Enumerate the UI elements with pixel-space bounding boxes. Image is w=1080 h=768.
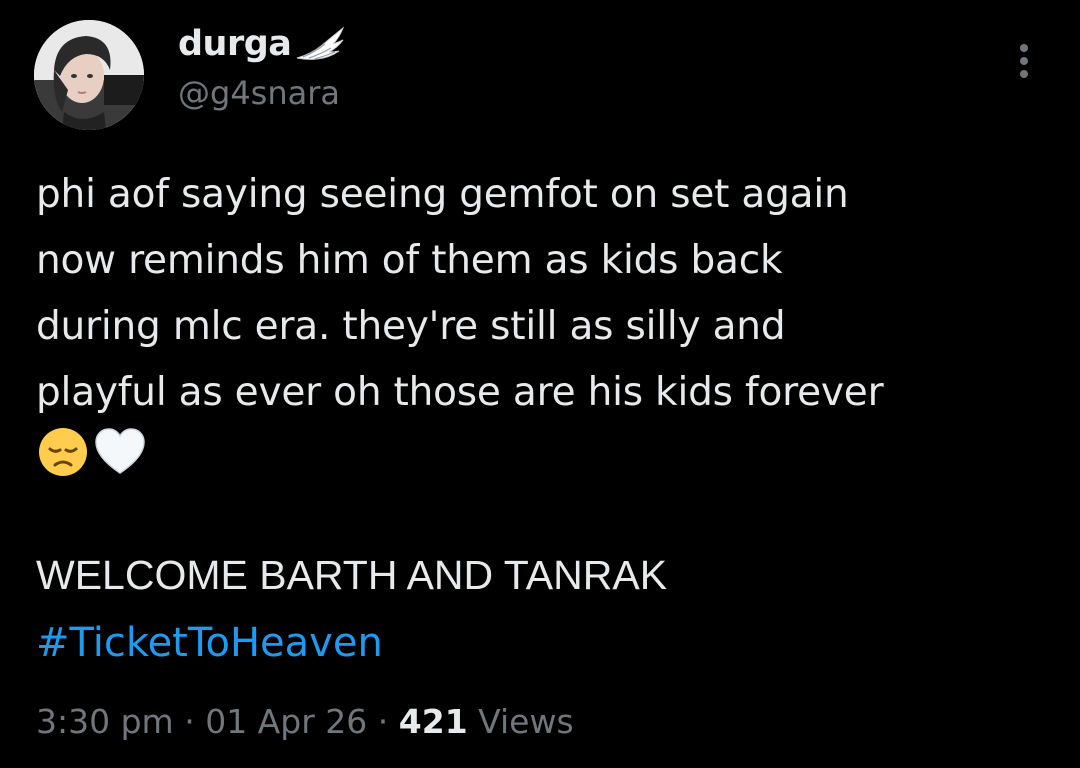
tweet-date[interactable]: 01 Apr 26 bbox=[205, 702, 367, 741]
tweet-time[interactable]: 3:30 pm bbox=[36, 702, 174, 741]
author-handle[interactable]: @g4snara bbox=[178, 74, 340, 112]
tweet-text-line: phi aof saying seeing gemfot on set agai… bbox=[36, 172, 849, 217]
more-dot bbox=[1020, 70, 1028, 78]
avatar[interactable] bbox=[34, 20, 144, 130]
views-label[interactable]: Views bbox=[478, 702, 574, 741]
tweet-card: durga @g4snara phi aof saying seeing gem… bbox=[0, 0, 1080, 768]
more-dot bbox=[1020, 44, 1028, 52]
views-count[interactable]: 421 bbox=[399, 702, 468, 741]
tweet-meta: 3:30 pm · 01 Apr 26 · 421 Views bbox=[36, 702, 574, 741]
more-dot bbox=[1020, 57, 1028, 65]
user-avatar-icon bbox=[34, 20, 144, 130]
author-display-name[interactable]: durga bbox=[178, 24, 292, 64]
more-vertical-icon[interactable] bbox=[1012, 44, 1036, 84]
disappointed-face-icon bbox=[39, 428, 87, 476]
hashtag-link[interactable]: #TicketToHeaven bbox=[36, 620, 383, 666]
tweet-text-line: during mlc era. they're still as silly a… bbox=[36, 304, 786, 349]
white-heart-icon bbox=[95, 428, 145, 474]
tweet-text-line: playful as ever oh those are his kids fo… bbox=[36, 370, 884, 415]
tweet-text-line: now reminds him of them as kids back bbox=[36, 238, 783, 283]
meta-separator: · bbox=[184, 702, 195, 741]
emoji-row bbox=[36, 426, 148, 478]
author-name-row[interactable]: durga bbox=[178, 20, 347, 68]
welcome-text: WELCOME BARTH AND TANRAK bbox=[36, 552, 668, 598]
wing-icon bbox=[293, 24, 347, 64]
tweet-text: phi aof saying seeing gemfot on set agai… bbox=[36, 162, 1056, 426]
meta-separator: · bbox=[377, 702, 389, 741]
